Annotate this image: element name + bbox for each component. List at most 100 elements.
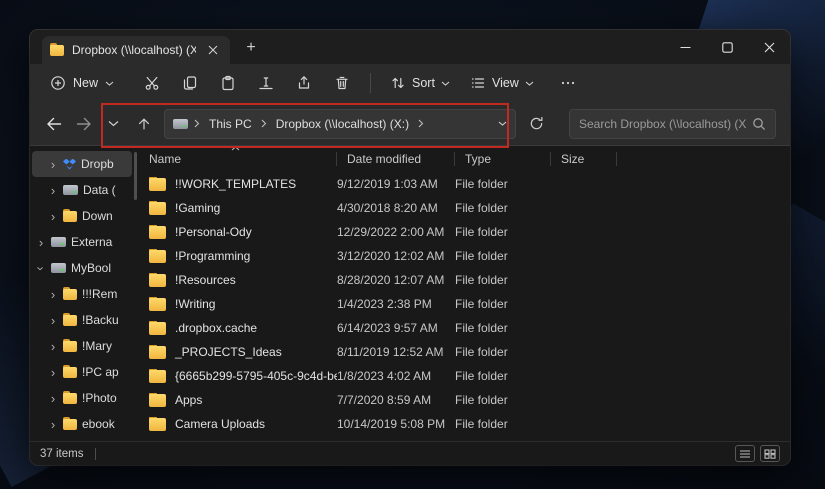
file-list: Name Date modified Type Size !!WORK_TEMP… [139, 146, 790, 441]
explorer-tab[interactable]: Dropbox (\\localhost) (X:) [42, 36, 230, 64]
sidebar-scrollbar[interactable] [132, 146, 139, 441]
breadcrumb-this-pc[interactable]: This PC [206, 115, 255, 133]
sidebar-item-label: Externa [71, 235, 112, 249]
file-type: File folder [455, 273, 551, 287]
sidebar-item[interactable]: › Down [32, 203, 132, 229]
file-type: File folder [455, 369, 551, 383]
thumbnail-view-button[interactable] [760, 445, 780, 462]
close-button[interactable] [748, 30, 790, 64]
expand-chevron-icon[interactable]: › [48, 418, 58, 431]
expand-chevron-icon[interactable]: › [48, 366, 58, 379]
expand-chevron-icon[interactable]: › [36, 236, 46, 249]
minimize-button[interactable] [664, 30, 706, 64]
column-header-size[interactable]: Size [551, 146, 617, 172]
paste-button[interactable] [210, 68, 246, 98]
address-dropdown-icon[interactable] [498, 121, 507, 126]
expand-chevron-icon[interactable]: › [48, 210, 58, 223]
file-row[interactable]: !Personal-Ody 12/29/2022 2:00 AM File fo… [139, 220, 790, 244]
expand-chevron-icon[interactable]: › [48, 314, 58, 327]
column-header-date-modified[interactable]: Date modified [337, 146, 455, 172]
view-button[interactable]: View [461, 68, 543, 98]
sidebar-item-icon [63, 289, 77, 300]
rename-button[interactable] [248, 68, 284, 98]
sort-button[interactable]: Sort [381, 68, 459, 98]
file-type: File folder [455, 201, 551, 215]
file-date-modified: 1/8/2023 4:02 AM [337, 369, 455, 383]
maximize-button[interactable] [706, 30, 748, 64]
sidebar-item-icon [63, 315, 77, 326]
search-box[interactable] [569, 109, 776, 139]
file-row[interactable]: Camera Uploads 10/14/2019 5:08 PM File f… [139, 412, 790, 436]
sidebar-item[interactable]: › !PC ap [32, 359, 132, 385]
file-row[interactable]: _PROJECTS_Ideas 8/11/2019 12:52 AM File … [139, 340, 790, 364]
file-row[interactable]: !Writing 1/4/2023 2:38 PM File folder [139, 292, 790, 316]
column-header-type[interactable]: Type [455, 146, 551, 172]
command-bar: New Sort View [30, 64, 790, 102]
sidebar-item[interactable]: › MyBool [32, 255, 132, 281]
file-row[interactable]: Apps 7/7/2020 8:59 AM File folder [139, 388, 790, 412]
file-row[interactable]: !Gaming 4/30/2018 8:20 AM File folder [139, 196, 790, 220]
see-more-button[interactable] [551, 68, 585, 98]
expand-chevron-icon[interactable]: › [48, 288, 58, 301]
file-type: File folder [455, 249, 551, 263]
expand-chevron-icon[interactable]: › [48, 392, 58, 405]
share-button[interactable] [286, 68, 322, 98]
file-type: File folder [455, 321, 551, 335]
sidebar-item-label: Data ( [83, 183, 116, 197]
breadcrumb-current-folder[interactable]: Dropbox (\\localhost) (X:) [273, 115, 412, 133]
file-row[interactable]: {6665b299-5795-405c-9c4d-be212cded029} 1… [139, 364, 790, 388]
new-button[interactable]: New [40, 68, 124, 98]
sidebar-item[interactable]: › !Photo [32, 385, 132, 411]
sidebar-item[interactable]: › Dropb [32, 151, 132, 177]
toolbar-separator [370, 73, 371, 93]
window-controls [664, 30, 790, 64]
tab-close-icon[interactable] [204, 41, 222, 59]
sidebar-item[interactable]: › !Backu [32, 307, 132, 333]
expand-chevron-icon[interactable]: › [48, 158, 58, 171]
breadcrumb-chevron-icon [194, 119, 200, 128]
file-row[interactable]: !!WORK_TEMPLATES 9/12/2019 1:03 AM File … [139, 172, 790, 196]
sidebar-item[interactable]: › Externa [32, 229, 132, 255]
file-rows: !!WORK_TEMPLATES 9/12/2019 1:03 AM File … [139, 172, 790, 441]
expand-chevron-icon[interactable]: › [48, 184, 58, 197]
forward-button[interactable] [70, 110, 97, 137]
sidebar-item-label: !Mary [82, 339, 112, 353]
address-bar[interactable]: This PC Dropbox (\\localhost) (X:) [164, 109, 516, 139]
ellipsis-icon [560, 75, 576, 91]
delete-icon [334, 75, 350, 91]
copy-button[interactable] [172, 68, 208, 98]
expand-chevron-icon[interactable]: › [48, 340, 58, 353]
sidebar-item-icon [63, 341, 77, 352]
delete-button[interactable] [324, 68, 360, 98]
folder-icon [149, 274, 166, 287]
file-type: File folder [455, 345, 551, 359]
up-button[interactable] [130, 110, 157, 137]
scrollbar-thumb[interactable] [134, 152, 137, 200]
tab-bar: Dropbox (\\localhost) (X:) + [30, 30, 790, 64]
sidebar-item[interactable]: › !Mary [32, 333, 132, 359]
new-tab-button[interactable]: + [238, 35, 264, 61]
search-input[interactable] [579, 117, 746, 131]
sidebar-item[interactable]: › Data ( [32, 177, 132, 203]
back-button[interactable] [40, 110, 67, 137]
tab-folder-icon [50, 45, 64, 56]
view-icon [470, 75, 486, 91]
column-header-name[interactable]: Name [139, 146, 337, 172]
file-date-modified: 7/7/2020 8:59 AM [337, 393, 455, 407]
recent-locations-button[interactable] [100, 110, 127, 137]
refresh-button[interactable] [522, 110, 550, 138]
file-name: {6665b299-5795-405c-9c4d-be212cded029} [175, 369, 337, 383]
file-row[interactable]: !Resources 8/28/2020 12:07 AM File folde… [139, 268, 790, 292]
sidebar-item[interactable]: › !!!Rem [32, 281, 132, 307]
details-view-button[interactable] [735, 445, 755, 462]
expand-chevron-icon[interactable]: › [35, 263, 48, 273]
rename-icon [258, 75, 274, 91]
folder-icon [149, 226, 166, 239]
file-row[interactable]: !Programming 3/12/2020 12:02 AM File fol… [139, 244, 790, 268]
file-row[interactable]: .dropbox.cache 6/14/2023 9:57 AM File fo… [139, 316, 790, 340]
sidebar-item-label: Down [82, 209, 113, 223]
sidebar-item[interactable]: › ebook [32, 411, 132, 437]
status-view-toggles [735, 445, 780, 462]
cut-button[interactable] [134, 68, 170, 98]
cut-icon [144, 75, 160, 91]
